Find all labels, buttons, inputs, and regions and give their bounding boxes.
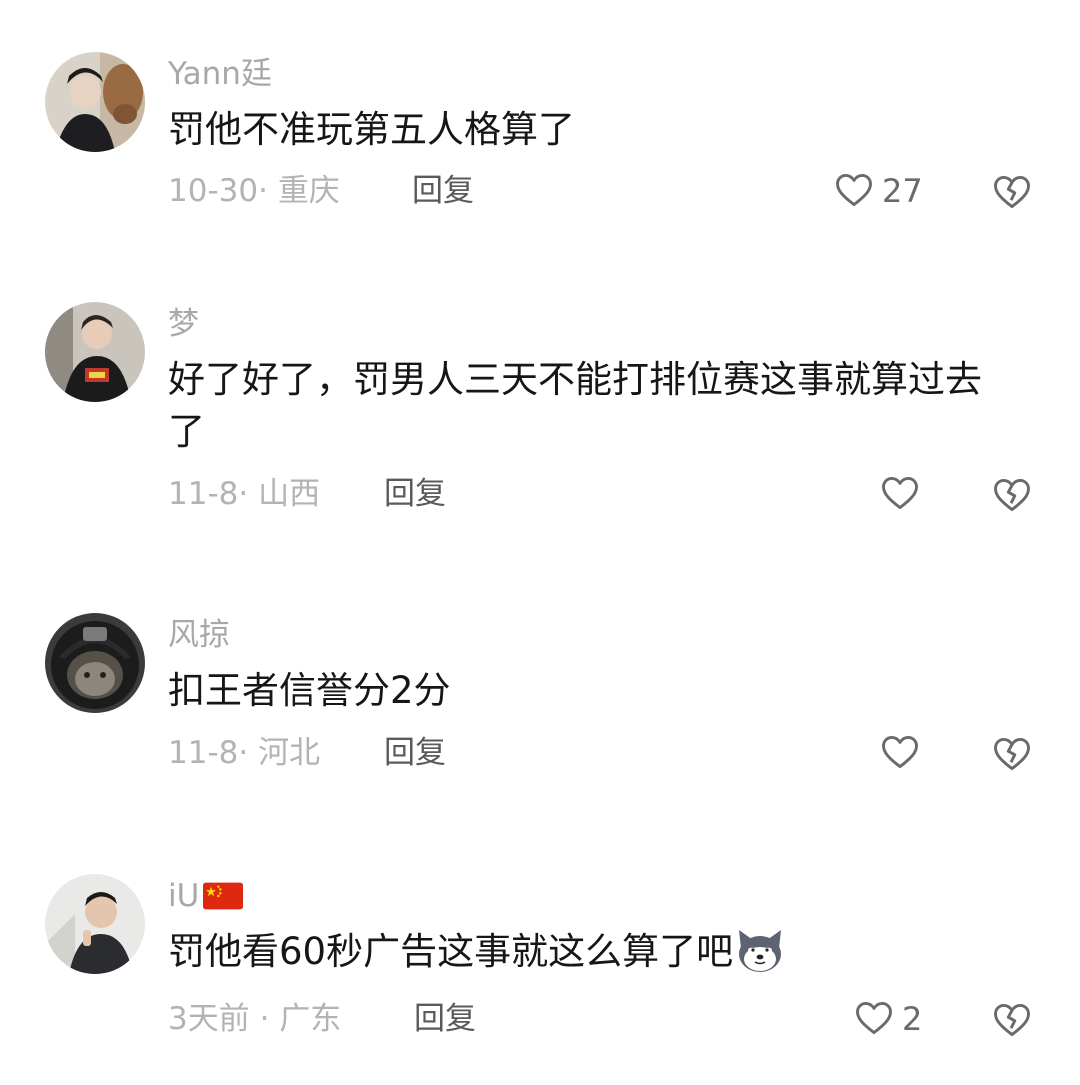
heart-outline-icon (878, 470, 922, 518)
comment-text: 扣王者信誉分2分 (168, 669, 451, 712)
heart-outline-icon (878, 729, 922, 777)
comment-location: 重庆 (277, 173, 340, 209)
comment-meta: 11-8· 河北 (168, 735, 321, 771)
reply-button[interactable]: 回复 (384, 474, 446, 514)
comment-date: 11-8 (168, 476, 239, 512)
comment-date: 10-30 (168, 173, 259, 209)
dislike-button[interactable] (990, 169, 1034, 213)
comment-date: 11-8 (168, 735, 239, 771)
reply-button[interactable]: 回复 (412, 171, 474, 211)
heart-outline-icon (852, 995, 896, 1043)
comment-date: 3天前 (168, 1001, 250, 1037)
username[interactable]: iU (168, 876, 244, 920)
comment-text: 罚他不准玩第五人格算了 (168, 108, 575, 151)
like-button[interactable] (878, 472, 922, 516)
broken-heart-icon (990, 1003, 1034, 1045)
dislike-button[interactable] (990, 472, 1034, 516)
heart-outline-icon (832, 167, 876, 215)
username[interactable]: 风掠 (168, 615, 230, 655)
china-flag-icon (203, 880, 244, 920)
broken-heart-icon (990, 737, 1034, 779)
comment-location: 河北 (258, 735, 321, 771)
like-count: 27 (882, 172, 923, 210)
like-button[interactable] (878, 731, 922, 775)
dislike-button[interactable] (990, 997, 1034, 1041)
avatar[interactable] (45, 302, 145, 402)
username[interactable]: 梦 (168, 304, 199, 344)
comment-text: 罚他看60秒广告这事就这么算了吧 (168, 926, 1018, 988)
like-button[interactable]: 27 (832, 169, 923, 213)
like-count: 2 (902, 1000, 923, 1038)
avatar[interactable] (45, 874, 145, 974)
comment-text: 好了好了，罚男人三天不能打排位赛这事就算过去了 (168, 358, 982, 453)
comment-meta: 11-8· 山西 (168, 476, 321, 512)
username[interactable]: Yann廷 (168, 54, 272, 94)
reply-button[interactable]: 回复 (384, 733, 446, 773)
dislike-button[interactable] (990, 731, 1034, 775)
husky-dog-emoji (735, 928, 785, 988)
broken-heart-icon (990, 478, 1034, 520)
broken-heart-icon (990, 175, 1034, 217)
avatar[interactable] (45, 613, 145, 713)
reply-button[interactable]: 回复 (414, 999, 476, 1039)
like-button[interactable]: 2 (852, 997, 922, 1041)
comment-location: 广东 (279, 1001, 342, 1037)
avatar[interactable] (45, 52, 145, 152)
comment-location: 山西 (258, 476, 321, 512)
comment-meta: 10-30· 重庆 (168, 173, 340, 209)
comment-meta: 3天前 · 广东 (168, 1001, 342, 1037)
